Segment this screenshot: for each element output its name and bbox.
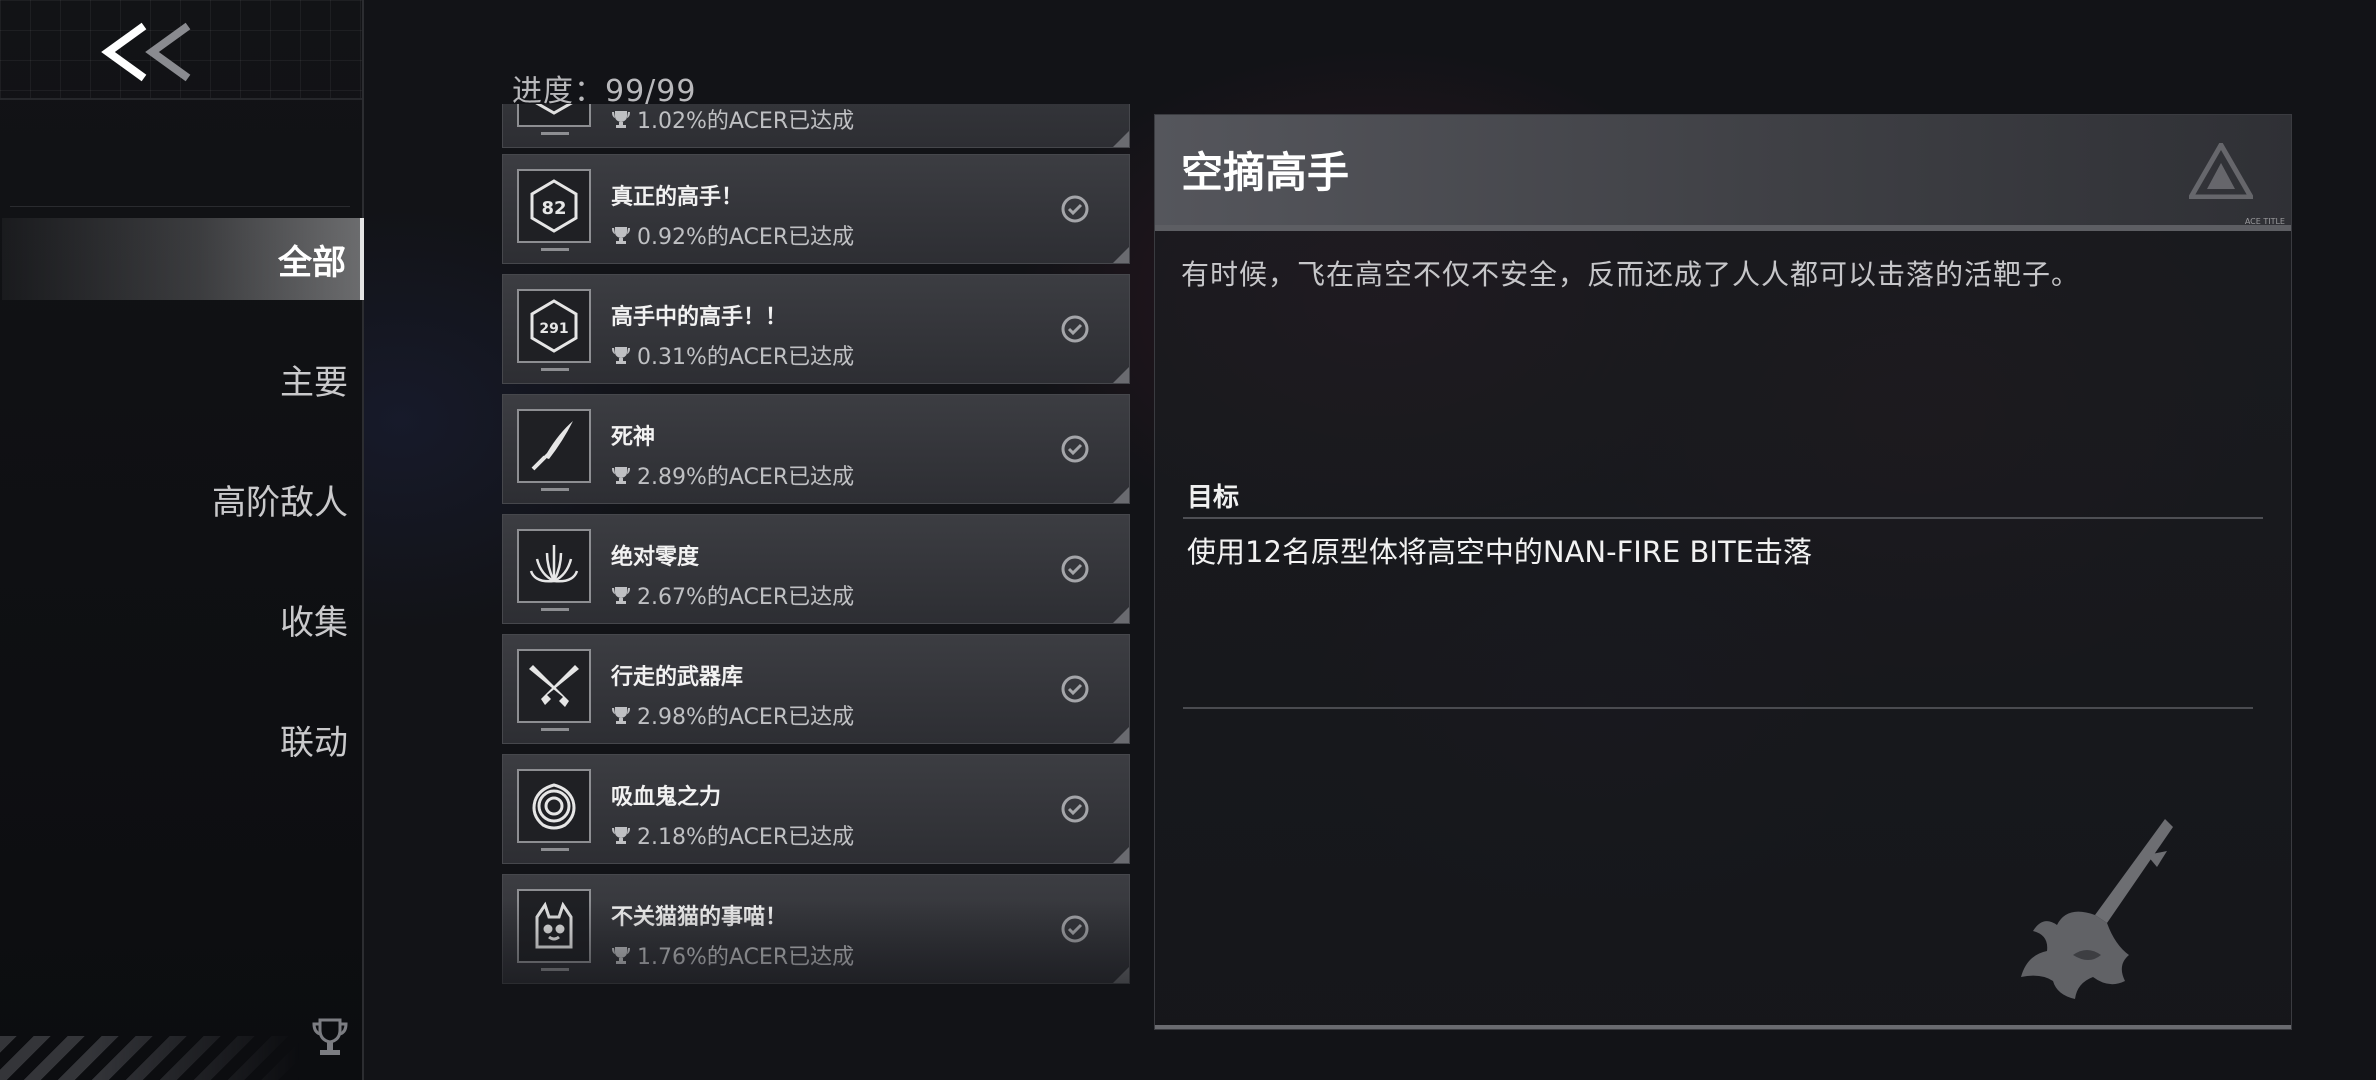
nav-item-label: 联动: [280, 722, 348, 763]
achievement-card[interactable]: 82 真正的高手！ 0.92%的ACER已达成: [502, 154, 1130, 264]
trophy-icon: [612, 111, 630, 128]
check-circle-icon: [1061, 435, 1089, 463]
check-circle-icon: [1061, 555, 1089, 583]
nav-item-label: 收集: [280, 602, 348, 643]
trophy-icon: [612, 587, 630, 604]
achievement-stat: 0.31%的ACER已达成: [611, 339, 854, 371]
achievement-title: 吸血鬼之力: [611, 785, 722, 810]
achievement-stat: 1.02%的ACER已达成: [611, 104, 854, 135]
cat-icon: [517, 889, 591, 971]
achievement-card[interactable]: 1.02%的ACER已达成: [502, 104, 1130, 148]
trophy-icon: [612, 707, 630, 724]
achievement-list[interactable]: 1.02%的ACER已达成 82 真正的高手！ 0.92%的ACER已达成 29…: [502, 104, 1130, 988]
check-circle-icon: [1061, 195, 1089, 223]
sidebar-header: [0, 0, 362, 100]
nav-item-collection[interactable]: 收集: [0, 578, 362, 660]
trophy-icon: [612, 347, 630, 364]
menu-divider: [10, 206, 350, 207]
rose-icon: [517, 769, 591, 851]
nav-item-label: 全部: [278, 242, 346, 283]
back-button[interactable]: [96, 20, 206, 84]
trophy-icon: [612, 827, 630, 844]
hexagon-badge-82-icon: 82: [517, 169, 591, 251]
nav-item-main[interactable]: 主要: [0, 338, 362, 420]
achievement-stat: 1.76%的ACER已达成: [611, 939, 854, 971]
achievement-detail-panel: 空摘高手 ACE TITLE 有时候，飞在高空不仅不安全，反而还成了人人都可以击…: [1154, 114, 2292, 1030]
achievement-card[interactable]: 行走的武器库 2.98%的ACER已达成: [502, 634, 1130, 744]
goal-divider: [1183, 517, 2263, 519]
hexagon-badge-291-icon: 291: [517, 289, 591, 371]
detail-title: 空摘高手: [1181, 148, 1350, 197]
detail-header: 空摘高手 ACE TITLE: [1155, 115, 2291, 231]
flaming-sword-emblem-icon: [2021, 819, 2173, 999]
achievement-title: 真正的高手！: [611, 185, 744, 210]
goal-label: 目标: [1187, 483, 1240, 513]
hexagon-badge-icon: [517, 104, 591, 135]
achievement-title: 行走的武器库: [611, 665, 744, 690]
detail-description: 有时候，飞在高空不仅不安全，反而还成了人人都可以击落的活靶子。: [1181, 258, 2081, 291]
trophy-icon: [612, 947, 630, 964]
check-circle-icon: [1061, 315, 1089, 343]
decorative-stripes: [0, 1036, 300, 1080]
achievement-stat: 2.18%的ACER已达成: [611, 819, 854, 851]
nav-item-collab[interactable]: 联动: [0, 698, 362, 780]
header-tiny-text: ACE TITLE: [2244, 217, 2285, 226]
detail-bottom-line: [1155, 1025, 2291, 1029]
check-circle-icon: [1061, 675, 1089, 703]
achievement-title: 绝对零度: [611, 545, 700, 570]
trophy-icon: [612, 227, 630, 244]
section-divider: [1183, 707, 2253, 709]
goal-text: 使用12名原型体将高空中的NAN-FIRE BITE击落: [1187, 535, 1813, 569]
achievement-card[interactable]: 绝对零度 2.67%的ACER已达成: [502, 514, 1130, 624]
achievement-stat: 0.92%的ACER已达成: [611, 219, 854, 251]
triangle-logo-icon: [2189, 143, 2253, 199]
svg-text:291: 291: [539, 321, 568, 337]
achievement-title: 不关猫猫的事喵！: [611, 905, 788, 930]
sidebar: 全部 主要 高阶敌人 收集 联动: [0, 0, 364, 1080]
achievement-card[interactable]: 不关猫猫的事喵！ 1.76%的ACER已达成: [502, 874, 1130, 984]
crossed-guns-icon: [517, 649, 591, 731]
trophy-icon: [312, 1018, 348, 1055]
check-circle-icon: [1061, 915, 1089, 943]
nav-item-label: 高阶敌人: [212, 482, 348, 523]
nav-item-label: 主要: [280, 362, 348, 403]
scythe-blade-icon: [517, 409, 591, 491]
achievement-stat: 2.89%的ACER已达成: [611, 459, 854, 491]
achievement-card[interactable]: 吸血鬼之力 2.18%的ACER已达成: [502, 754, 1130, 864]
achievement-title: 高手中的高手！！: [611, 305, 788, 330]
achievement-stat: 2.67%的ACER已达成: [611, 579, 854, 611]
achievement-title: 死神: [611, 425, 656, 450]
check-circle-icon: [1061, 795, 1089, 823]
achievement-stat: 2.98%的ACER已达成: [611, 699, 854, 731]
trophy-icon: [612, 467, 630, 484]
nav-item-all[interactable]: 全部: [2, 218, 364, 300]
nav-item-elite-enemies[interactable]: 高阶敌人: [0, 458, 362, 540]
double-chevron-left-icon: [101, 22, 191, 82]
achievement-card[interactable]: 死神 2.89%的ACER已达成: [502, 394, 1130, 504]
svg-text:82: 82: [541, 198, 566, 219]
ice-crystal-icon: [517, 529, 591, 611]
achievement-card[interactable]: 291 高手中的高手！！ 0.31%的ACER已达成: [502, 274, 1130, 384]
